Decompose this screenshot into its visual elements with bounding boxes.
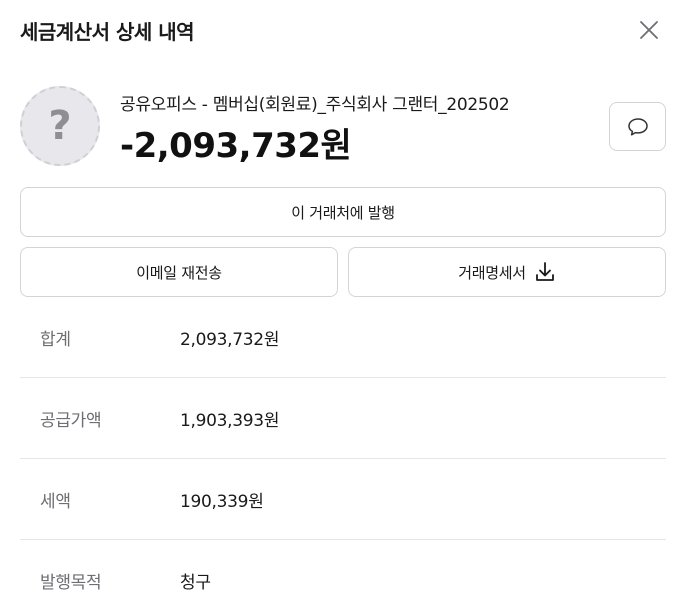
transaction-statement-label: 거래명세서 — [458, 263, 526, 282]
comment-button[interactable] — [609, 102, 666, 151]
resend-email-label: 이메일 재전송 — [136, 263, 222, 282]
transaction-statement-button[interactable]: 거래명세서 — [348, 247, 666, 297]
issue-to-vendor-label: 이 거래처에 발행 — [291, 203, 395, 222]
issue-to-vendor-button[interactable]: 이 거래처에 발행 — [20, 187, 666, 237]
detail-row-tax-amount: 세액 190,339원 — [20, 459, 666, 540]
detail-row-issue-purpose: 발행목적 청구 — [20, 540, 666, 616]
vendor-summary: ? 공유오피스 - 멤버십(회원료)_주식회사 그랜터_202502 -2,09… — [20, 86, 666, 168]
detail-row-supply-amount: 공급가액 1,903,393원 — [20, 378, 666, 459]
detail-label: 공급가액 — [40, 410, 102, 431]
invoice-amount: -2,093,732원 — [120, 126, 352, 166]
resend-email-button[interactable]: 이메일 재전송 — [20, 247, 338, 297]
detail-value: 190,339원 — [180, 491, 264, 512]
detail-value: 1,903,393원 — [180, 410, 280, 431]
detail-label: 합계 — [40, 329, 71, 350]
detail-value: 2,093,732원 — [180, 329, 280, 350]
invoice-details: 합계 2,093,732원 공급가액 1,903,393원 세액 190,339… — [20, 297, 666, 616]
close-button[interactable] — [637, 18, 661, 42]
detail-value: 청구 — [180, 573, 211, 593]
download-icon — [535, 262, 554, 281]
detail-label: 세액 — [40, 491, 71, 512]
detail-row-total: 합계 2,093,732원 — [20, 297, 666, 378]
detail-label: 발행목적 — [40, 573, 102, 593]
modal-header: 세금계산서 상세 내역 — [20, 14, 663, 46]
speech-bubble-icon — [627, 117, 648, 136]
vendor-avatar: ? — [20, 86, 100, 166]
vendor-name: 공유오피스 - 멤버십(회원료)_주식회사 그랜터_202502 — [120, 95, 510, 115]
close-icon — [640, 21, 658, 39]
tax-invoice-detail-modal: 세금계산서 상세 내역 ? 공유오피스 - 멤버십(회원료)_주식회사 그랜터_… — [0, 0, 683, 616]
question-mark-icon: ? — [48, 103, 72, 149]
modal-title: 세금계산서 상세 내역 — [20, 19, 195, 44]
